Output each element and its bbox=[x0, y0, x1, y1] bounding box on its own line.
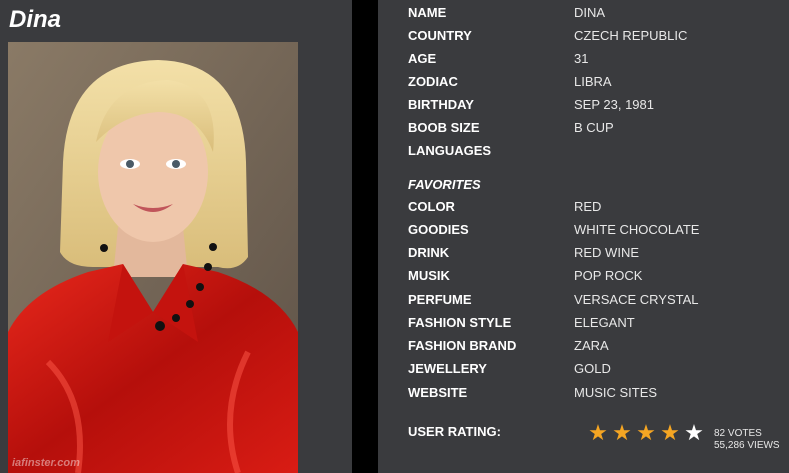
detail-row-age: AGE 31 bbox=[408, 51, 788, 71]
profile-name: Dina bbox=[9, 6, 62, 33]
favorite-value: RED bbox=[574, 199, 602, 214]
detail-value: CZECH REPUBLIC bbox=[574, 28, 688, 43]
favorite-value: POP ROCK bbox=[574, 268, 643, 283]
detail-value: 31 bbox=[574, 51, 589, 66]
detail-row-country: COUNTRY CZECH REPUBLIC bbox=[408, 28, 788, 48]
detail-label: LANGUAGES bbox=[408, 143, 492, 158]
detail-row-boob-size: BOOB SIZE B CUP bbox=[408, 120, 788, 140]
favorite-row-website: WEBSITE MUSIC SITES bbox=[408, 385, 788, 405]
user-rating-label: USER RATING: bbox=[408, 424, 501, 439]
favorite-row-fashion-style: FASHION STYLE ELEGANT bbox=[408, 315, 788, 335]
favorite-label: COLOR bbox=[408, 199, 455, 214]
detail-label: NAME bbox=[408, 5, 447, 20]
favorite-row-perfume: PERFUME VERSACE CRYSTAL bbox=[408, 292, 788, 312]
favorite-label: WEBSITE bbox=[408, 385, 468, 400]
favorite-value: GOLD bbox=[574, 361, 611, 376]
star-icon[interactable]: ★ bbox=[682, 421, 706, 445]
detail-value: SEP 23, 1981 bbox=[574, 97, 654, 112]
rating-stars[interactable]: ★ ★ ★ ★ ★ bbox=[586, 421, 706, 445]
star-icon[interactable]: ★ bbox=[586, 421, 610, 445]
favorite-row-color: COLOR RED bbox=[408, 199, 788, 219]
detail-row-birthday: BIRTHDAY SEP 23, 1981 bbox=[408, 97, 788, 117]
favorite-value: ZARA bbox=[574, 338, 609, 353]
favorites-heading: FAVORITES bbox=[408, 177, 481, 192]
portrait-image bbox=[8, 42, 298, 473]
favorite-label: PERFUME bbox=[408, 292, 472, 307]
profile-photo[interactable]: iafinster.com bbox=[8, 42, 298, 473]
detail-value: B CUP bbox=[574, 120, 614, 135]
favorite-row-jewellery: JEWELLERY GOLD bbox=[408, 361, 788, 381]
detail-row-name: NAME DINA bbox=[408, 5, 788, 25]
favorite-label: MUSIK bbox=[408, 268, 450, 283]
favorite-row-drink: DRINK RED WINE bbox=[408, 245, 788, 265]
star-icon[interactable]: ★ bbox=[610, 421, 634, 445]
column-divider bbox=[352, 0, 378, 473]
photo-watermark: iafinster.com bbox=[12, 457, 80, 469]
favorite-label: FASHION STYLE bbox=[408, 315, 512, 330]
favorite-value: MUSIC SITES bbox=[574, 385, 658, 400]
profile-left-panel: Dina iafinster.com bbox=[0, 0, 352, 473]
detail-row-zodiac: ZODIAC LIBRA bbox=[408, 74, 788, 94]
favorite-value: VERSACE CRYSTAL bbox=[574, 292, 699, 307]
favorite-label: GOODIES bbox=[408, 222, 469, 237]
detail-label: COUNTRY bbox=[408, 28, 472, 43]
favorite-value: WHITE CHOCOLATE bbox=[574, 222, 700, 237]
star-icon[interactable]: ★ bbox=[658, 421, 682, 445]
views-count: 55,286 VIEWS bbox=[714, 440, 780, 451]
favorite-label: FASHION BRAND bbox=[408, 338, 517, 353]
star-icon[interactable]: ★ bbox=[634, 421, 658, 445]
votes-count: 82 VOTES bbox=[714, 428, 762, 439]
favorite-row-goodies: GOODIES WHITE CHOCOLATE bbox=[408, 222, 788, 242]
favorite-row-fashion-brand: FASHION BRAND ZARA bbox=[408, 338, 788, 358]
detail-label: BIRTHDAY bbox=[408, 97, 474, 112]
detail-label: ZODIAC bbox=[408, 74, 458, 89]
detail-row-languages: LANGUAGES bbox=[408, 143, 788, 163]
detail-label: AGE bbox=[408, 51, 437, 66]
detail-value: LIBRA bbox=[574, 74, 612, 89]
detail-label: BOOB SIZE bbox=[408, 120, 480, 135]
favorite-value: ELEGANT bbox=[574, 315, 635, 330]
rating-stats: 82 VOTES 55,286 VIEWS bbox=[714, 428, 780, 452]
detail-value: DINA bbox=[574, 5, 606, 20]
favorite-label: JEWELLERY bbox=[408, 361, 487, 376]
profile-details-panel: NAME DINA COUNTRY CZECH REPUBLIC AGE 31 … bbox=[378, 0, 789, 473]
favorite-label: DRINK bbox=[408, 245, 450, 260]
favorite-value: RED WINE bbox=[574, 245, 639, 260]
favorite-row-musik: MUSIK POP ROCK bbox=[408, 268, 788, 288]
